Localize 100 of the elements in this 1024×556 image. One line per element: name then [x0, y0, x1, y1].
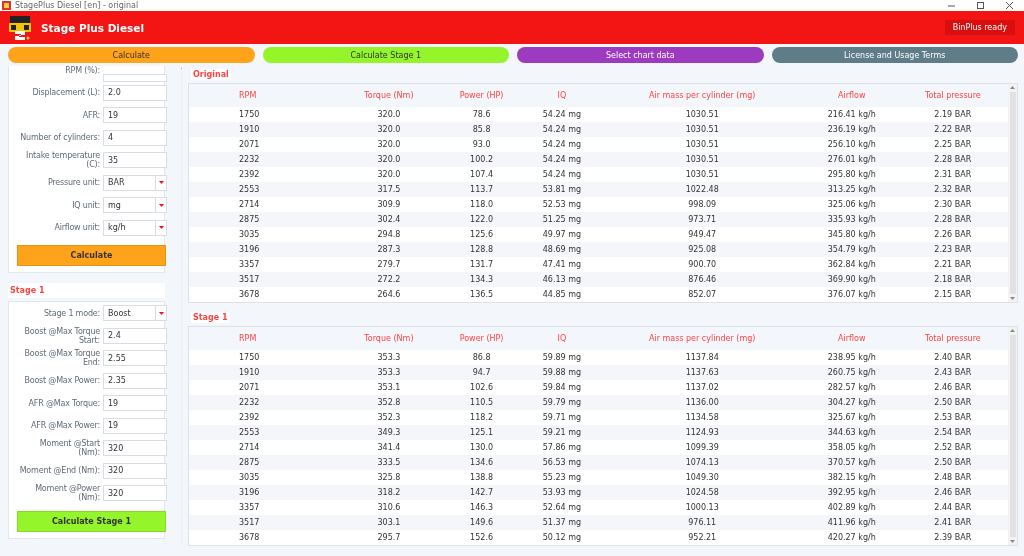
table-cell: 2.28 BAR	[897, 152, 1008, 167]
field-label: Intake temperature (C):	[25, 151, 100, 170]
table-cell: 900.70	[598, 257, 806, 272]
table-cell: 2.46 BAR	[897, 380, 1008, 395]
table-cell: 2232	[189, 395, 340, 410]
scroll-up-icon[interactable]	[1010, 86, 1015, 89]
input-field[interactable]: 320	[103, 485, 167, 502]
table-cell: 353.1	[340, 380, 438, 395]
input-field[interactable]: 35	[103, 152, 167, 169]
field-label: Moment @End (Nm):	[18, 466, 100, 476]
input-field[interactable]: 320	[103, 440, 167, 457]
table-cell: 2071	[189, 137, 340, 152]
calculate-button[interactable]: Calculate	[17, 245, 166, 266]
dropdown[interactable]: Boost	[103, 305, 167, 322]
table-cell: 2.43 BAR	[897, 365, 1008, 380]
table-cell: 352.8	[340, 395, 438, 410]
section-title: Original	[191, 69, 231, 80]
field-label: Moment @Start (Nm):	[38, 439, 100, 458]
table-cell: 295.7	[340, 530, 438, 545]
table-cell: 1030.51	[598, 137, 806, 152]
input-field[interactable]: 2.35	[103, 372, 167, 389]
table-cell: 309.9	[340, 197, 438, 212]
input-field[interactable]: 2.4	[103, 327, 167, 344]
input-field[interactable]	[103, 73, 167, 82]
table-cell: 3196	[189, 242, 340, 257]
input-field[interactable]: 4	[103, 129, 167, 146]
table-cell: 1137.02	[598, 380, 806, 395]
dropdown-arrow-icon	[158, 181, 164, 185]
scroll-up-icon[interactable]	[1010, 329, 1015, 332]
table-cell: 1910	[189, 122, 340, 137]
status-badge: BinPlus ready	[944, 20, 1015, 35]
field-label: Airflow unit:	[53, 223, 100, 233]
table-cell: 2.39 BAR	[897, 530, 1008, 545]
table-cell: 44.85 mg	[525, 287, 599, 302]
action-button[interactable]: Calculate Stage 1	[262, 47, 509, 63]
table-cell: 2232	[189, 152, 340, 167]
dropdown[interactable]: BAR	[103, 174, 167, 191]
calculate-button[interactable]: Calculate Stage 1	[17, 510, 166, 532]
dropdown[interactable]: kg/h	[103, 219, 167, 236]
input-field[interactable]: 2.55	[103, 350, 167, 367]
maximize-icon[interactable]	[977, 2, 984, 9]
table-cell: 59.84 mg	[525, 380, 599, 395]
close-icon[interactable]	[1006, 2, 1013, 9]
table-cell: 320.0	[340, 107, 438, 122]
table-cell: 102.6	[437, 380, 526, 395]
section-title: Stage 1	[8, 283, 165, 298]
action-button[interactable]: Calculate	[8, 47, 255, 63]
scroll-down-icon[interactable]	[1010, 540, 1015, 543]
action-button[interactable]: License and Usage Terms	[771, 47, 1018, 63]
field-label: Stage 1 mode:	[42, 308, 100, 318]
table-cell: 353.3	[340, 350, 438, 365]
table-cell: 313.25 kg/h	[805, 182, 898, 197]
table-cell: 2714	[189, 440, 340, 455]
input-field[interactable]: 320	[103, 462, 167, 479]
table-cell: 59.71 mg	[525, 410, 599, 425]
table-cell: 1030.51	[598, 107, 806, 122]
minimize-icon[interactable]	[948, 2, 955, 9]
table-cell: 1099.39	[598, 440, 806, 455]
action-button[interactable]: Select chart data	[517, 47, 764, 63]
table-cell: 1030.51	[598, 152, 806, 167]
column-header: Air mass per cylinder (mg)	[598, 327, 806, 350]
table-cell: 1049.30	[598, 470, 806, 485]
table-cell: 50.12 mg	[525, 530, 599, 545]
table-cell: 317.5	[340, 182, 438, 197]
table-cell: 973.71	[598, 212, 806, 227]
input-field[interactable]: 19	[103, 395, 167, 412]
table-cell: 2.32 BAR	[897, 182, 1008, 197]
table-cell: 294.8	[340, 227, 438, 242]
table-cell: 78.6	[437, 107, 526, 122]
table-cell: 2.52 BAR	[897, 440, 1008, 455]
table-cell: 3678	[189, 287, 340, 302]
table-cell: 264.6	[340, 287, 438, 302]
table-cell: 3517	[189, 272, 340, 287]
table-cell: 94.7	[437, 365, 526, 380]
table-cell: 341.4	[340, 440, 438, 455]
table-cell: 1022.48	[598, 182, 806, 197]
table-cell: 57.86 mg	[525, 440, 599, 455]
table-cell: 2.50 BAR	[897, 395, 1008, 410]
input-field[interactable]: 19	[103, 107, 167, 124]
table-cell: 976.11	[598, 515, 806, 530]
table-cell: 51.25 mg	[525, 212, 599, 227]
table-cell: 93.0	[437, 137, 526, 152]
table-cell: 287.3	[340, 242, 438, 257]
input-field[interactable]: 19	[103, 417, 167, 434]
table-cell: 352.3	[340, 410, 438, 425]
input-field[interactable]: 2.0	[103, 84, 167, 101]
table-cell: 318.2	[340, 485, 438, 500]
scroll-down-icon[interactable]	[1010, 297, 1015, 300]
table-cell: 2.22 BAR	[897, 122, 1008, 137]
table-cell: 3035	[189, 227, 340, 242]
table-cell: 3678	[189, 530, 340, 545]
dropdown[interactable]: mg	[103, 197, 167, 214]
table-cell: 345.80 kg/h	[805, 227, 898, 242]
column-header: RPM	[189, 84, 340, 107]
field-label: Number of cylinders:	[19, 133, 100, 143]
window-title: StagePlus Diesel [en] - original	[15, 1, 139, 10]
table-cell: 333.5	[340, 455, 438, 470]
table-cell: 925.08	[598, 242, 806, 257]
table-cell: 2875	[189, 212, 340, 227]
table-cell: 310.6	[340, 500, 438, 515]
